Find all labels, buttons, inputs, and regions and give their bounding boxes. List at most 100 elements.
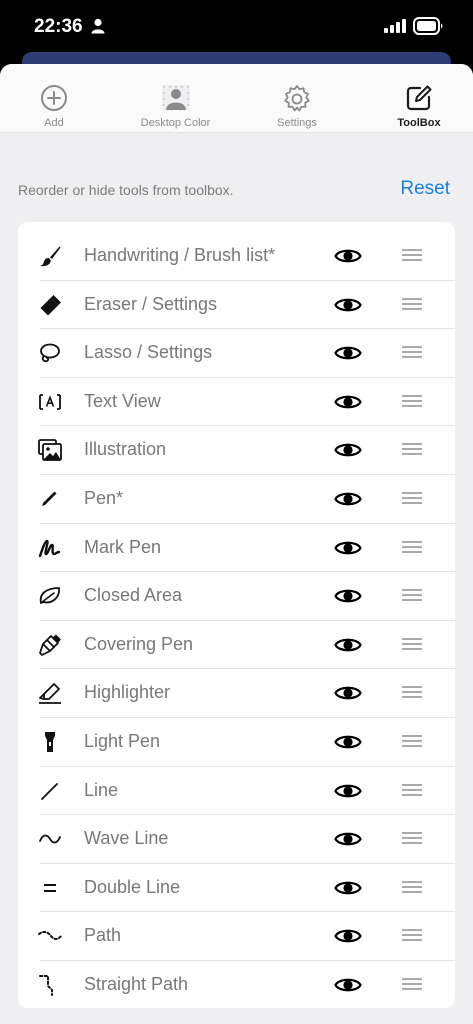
tool-label: Straight Path bbox=[84, 974, 189, 994]
compose-icon bbox=[406, 85, 432, 111]
tool-label: Double Line bbox=[84, 876, 181, 897]
tab-label: Settings bbox=[277, 117, 317, 129]
drag-handle-icon[interactable] bbox=[402, 588, 422, 602]
eye-icon[interactable] bbox=[334, 732, 362, 752]
drag-handle-icon[interactable] bbox=[402, 685, 422, 699]
eye-icon[interactable] bbox=[334, 975, 362, 995]
pen-icon bbox=[42, 491, 57, 506]
tool-label: Covering Pen bbox=[84, 633, 194, 654]
tool-label: Text View bbox=[84, 390, 161, 411]
drag-handle-icon[interactable] bbox=[402, 540, 422, 554]
tool-row-text-view[interactable]: Text View bbox=[18, 378, 455, 427]
tool-label: Highlighter bbox=[84, 682, 171, 703]
text-box-icon bbox=[39, 393, 61, 410]
tool-label: Light Pen bbox=[84, 731, 161, 751]
eye-icon[interactable] bbox=[334, 878, 362, 898]
eye-icon[interactable] bbox=[334, 489, 362, 509]
tab-bar: Add Desktop Color Settings ToolBox bbox=[0, 64, 473, 133]
eye-icon[interactable] bbox=[334, 440, 362, 460]
tab-desktop-color[interactable]: Desktop Color bbox=[108, 64, 243, 132]
eraser-icon bbox=[40, 294, 61, 316]
closed-area-icon bbox=[39, 587, 60, 605]
status-time: 22:36 bbox=[34, 16, 83, 37]
eye-icon[interactable] bbox=[334, 538, 362, 558]
tool-row-handwriting[interactable]: Handwriting / Brush list* bbox=[18, 232, 455, 281]
wave-line-icon bbox=[39, 834, 61, 844]
drag-handle-icon[interactable] bbox=[402, 442, 422, 456]
toolbox-sheet: Add Desktop Color Settings ToolBox Reord… bbox=[0, 64, 473, 1024]
drag-handle-icon[interactable] bbox=[402, 880, 422, 894]
add-circle-icon bbox=[41, 85, 67, 111]
drag-handle-icon[interactable] bbox=[402, 734, 422, 748]
cellular-signal-icon bbox=[384, 19, 406, 33]
mark-pen-icon bbox=[38, 539, 61, 557]
tab-label: ToolBox bbox=[397, 117, 441, 129]
tab-toolbox[interactable]: ToolBox bbox=[365, 64, 473, 132]
lasso-icon bbox=[40, 343, 60, 363]
drag-handle-icon[interactable] bbox=[402, 928, 422, 942]
gear-icon bbox=[284, 85, 310, 112]
toolbox-hint: Reorder or hide tools from toolbox. bbox=[18, 182, 234, 198]
drag-handle-icon[interactable] bbox=[402, 491, 422, 505]
eye-icon[interactable] bbox=[334, 246, 362, 266]
drag-handle-icon[interactable] bbox=[402, 394, 422, 408]
line-icon bbox=[41, 782, 58, 800]
eye-icon[interactable] bbox=[334, 781, 362, 801]
tool-label: Lasso / Settings bbox=[84, 342, 213, 363]
tool-row-eraser[interactable]: Eraser / Settings bbox=[18, 281, 455, 330]
illustration-icon bbox=[38, 439, 62, 462]
drag-handle-icon[interactable] bbox=[402, 977, 422, 991]
eye-icon[interactable] bbox=[334, 635, 362, 655]
tab-label: Add bbox=[44, 117, 64, 129]
eye-icon[interactable] bbox=[334, 829, 362, 849]
double-line-icon bbox=[44, 883, 56, 892]
tool-row-closed-area[interactable]: Closed Area bbox=[18, 572, 455, 621]
tool-row-lasso[interactable]: Lasso / Settings bbox=[18, 329, 455, 378]
tool-label: Handwriting / Brush list* bbox=[84, 245, 276, 265]
tool-row-mark-pen[interactable]: Mark Pen bbox=[18, 524, 455, 573]
tool-list: Handwriting / Brush list* Eraser / Setti… bbox=[18, 222, 455, 1008]
status-bar: 22:36 bbox=[0, 0, 473, 52]
tab-add[interactable]: Add bbox=[0, 64, 108, 132]
tab-label: Desktop Color bbox=[140, 117, 211, 129]
tool-row-line[interactable]: Line bbox=[18, 767, 455, 816]
covering-pen-icon bbox=[39, 634, 61, 656]
eye-icon[interactable] bbox=[334, 295, 362, 315]
tool-label: Eraser / Settings bbox=[84, 293, 218, 314]
tab-settings[interactable]: Settings bbox=[243, 64, 351, 132]
drag-handle-icon[interactable] bbox=[402, 345, 422, 359]
drag-handle-icon[interactable] bbox=[402, 248, 422, 262]
tool-row-pen[interactable]: Pen* bbox=[18, 475, 455, 524]
battery-icon bbox=[413, 17, 443, 35]
drag-handle-icon[interactable] bbox=[402, 831, 422, 845]
path-icon bbox=[38, 931, 62, 941]
eye-icon[interactable] bbox=[334, 683, 362, 703]
flashlight-icon bbox=[45, 732, 55, 752]
tool-label: Closed Area bbox=[84, 585, 183, 606]
tool-label: Path bbox=[84, 925, 122, 946]
person-icon bbox=[91, 18, 105, 34]
tool-row-wave-line[interactable]: Wave Line bbox=[18, 815, 455, 864]
eye-icon[interactable] bbox=[334, 392, 362, 412]
tool-label: Wave Line bbox=[84, 828, 169, 849]
tool-label: Line bbox=[84, 779, 119, 800]
eye-icon[interactable] bbox=[334, 926, 362, 946]
tool-row-covering-pen[interactable]: Covering Pen bbox=[18, 621, 455, 670]
tool-row-straight-path[interactable]: Straight Path bbox=[18, 961, 455, 1010]
highlighter-icon bbox=[39, 683, 61, 705]
eye-icon[interactable] bbox=[334, 343, 362, 363]
brush-icon bbox=[40, 246, 61, 267]
tool-row-light-pen[interactable]: Light Pen bbox=[18, 718, 455, 767]
drag-handle-icon[interactable] bbox=[402, 297, 422, 311]
tool-label: Illustration bbox=[84, 439, 167, 460]
tool-row-illustration[interactable]: Illustration bbox=[18, 426, 455, 475]
drag-handle-icon[interactable] bbox=[402, 637, 422, 651]
eye-icon[interactable] bbox=[334, 586, 362, 606]
desktop-color-icon bbox=[161, 85, 190, 111]
reset-button[interactable]: Reset bbox=[400, 178, 450, 200]
tool-row-path[interactable]: Path bbox=[18, 912, 455, 961]
tool-row-highlighter[interactable]: Highlighter bbox=[18, 669, 455, 718]
tool-row-double-line[interactable]: Double Line bbox=[18, 864, 455, 913]
tool-label: Mark Pen bbox=[84, 536, 162, 557]
drag-handle-icon[interactable] bbox=[402, 783, 422, 797]
